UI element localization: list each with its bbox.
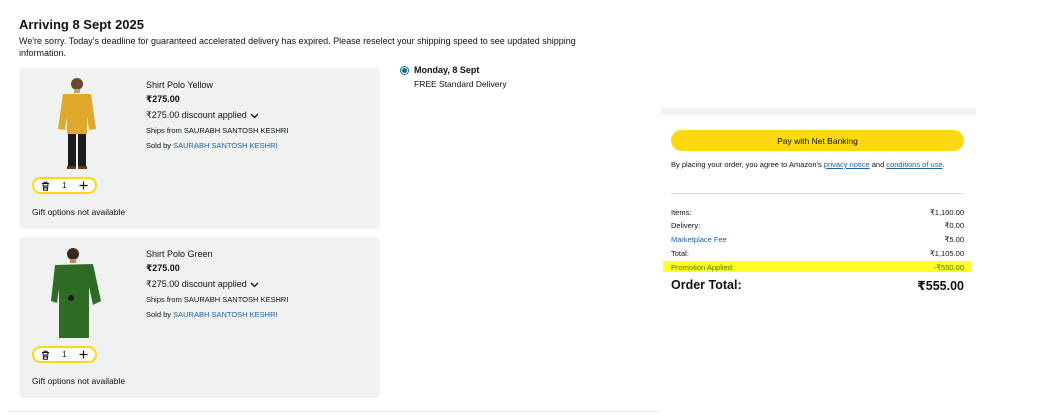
sold-by: Sold by SAURABH SANTOSH KESHRI xyxy=(146,141,278,150)
agreement-period: . xyxy=(942,160,945,169)
summary-top-bar xyxy=(661,108,976,115)
product-image xyxy=(51,248,101,338)
increase-quantity-button[interactable] xyxy=(79,350,88,359)
shipping-option-description: FREE Standard Delivery xyxy=(414,79,507,89)
delete-button[interactable] xyxy=(41,350,50,360)
quantity-value: 1 xyxy=(62,350,67,359)
product-price: ₹275.00 xyxy=(146,94,180,104)
quantity-stepper: 1 xyxy=(32,346,97,363)
row-label: Delivery: xyxy=(671,221,701,230)
row-value: ₹1,105.00 xyxy=(930,249,964,258)
summary-row-items: Items: ₹1,100.00 xyxy=(671,208,964,217)
agreement-and: and xyxy=(869,160,887,169)
product-price: ₹275.00 xyxy=(146,263,180,273)
product-name[interactable]: Shirt Polo Green xyxy=(146,249,213,259)
row-value: ₹5.00 xyxy=(944,235,964,244)
shipping-option-radio[interactable] xyxy=(400,66,409,75)
chevron-down-icon xyxy=(250,113,259,118)
product-image xyxy=(58,78,96,169)
increase-quantity-button[interactable] xyxy=(79,181,88,190)
order-total-label: Order Total: xyxy=(671,278,742,292)
agreement-text: By placing your order, you agree to Amaz… xyxy=(671,160,961,170)
seller-link[interactable]: SAURABH SANTOSH KESHRI xyxy=(173,141,277,150)
gift-options-note: Gift options not available xyxy=(32,376,126,386)
row-value: ₹0.00 xyxy=(944,221,964,230)
cart-item-card: Shirt Polo Yellow ₹275.00 ₹275.00 discou… xyxy=(19,68,380,229)
quantity-value: 1 xyxy=(62,181,67,190)
seller-link[interactable]: SAURABH SANTOSH KESHRI xyxy=(173,310,277,319)
summary-divider xyxy=(671,193,964,194)
product-name[interactable]: Shirt Polo Yellow xyxy=(146,80,213,90)
agreement-prefix: By placing your order, you agree to Amaz… xyxy=(671,160,824,169)
discount-dropdown[interactable]: ₹275.00 discount applied xyxy=(146,279,259,290)
row-value: -₹550.00 xyxy=(933,263,964,272)
summary-row-total: Total: ₹1,105.00 xyxy=(671,249,964,258)
sold-by: Sold by SAURABH SANTOSH KESHRI xyxy=(146,310,278,319)
row-label: Total: xyxy=(671,249,689,258)
delete-button[interactable] xyxy=(41,181,50,191)
chevron-down-icon xyxy=(250,282,259,287)
delivery-deadline-message: We're sorry. Today's deadline for guaran… xyxy=(19,36,576,58)
arrival-title: Arriving 8 Sept 2025 xyxy=(19,17,144,32)
ships-from: Ships from SAURABH SANTOSH KESHRI xyxy=(146,126,289,135)
privacy-notice-link[interactable]: privacy notice xyxy=(824,160,870,169)
gift-options-note: Gift options not available xyxy=(32,207,126,217)
pay-with-net-banking-button[interactable]: Pay with Net Banking xyxy=(671,130,964,151)
discount-label: ₹275.00 discount applied xyxy=(146,279,247,289)
quantity-stepper: 1 xyxy=(32,177,97,194)
radio-selected-dot xyxy=(402,68,407,73)
order-total: Order Total: ₹555.00 xyxy=(671,278,964,293)
discount-label: ₹275.00 discount applied xyxy=(146,110,247,120)
row-label: Items: xyxy=(671,208,692,217)
plus-icon xyxy=(79,350,88,359)
conditions-of-use-link[interactable]: conditions of use xyxy=(886,160,942,169)
section-divider xyxy=(10,411,660,412)
cart-item-card: Shirt Polo Green ₹275.00 ₹275.00 discoun… xyxy=(19,237,380,398)
shipping-option-day[interactable]: Monday, 8 Sept xyxy=(414,65,479,75)
trash-icon xyxy=(42,181,49,191)
summary-row-promotion: Promotion Applied: -₹550.00 xyxy=(671,263,964,272)
ships-from: Ships from SAURABH SANTOSH KESHRI xyxy=(146,295,289,304)
marketplace-fee-link[interactable]: Marketplace Fee xyxy=(671,235,727,244)
discount-dropdown[interactable]: ₹275.00 discount applied xyxy=(146,110,259,121)
trash-icon xyxy=(42,350,49,360)
summary-row-delivery: Delivery: ₹0.00 xyxy=(671,221,964,230)
order-total-value: ₹555.00 xyxy=(917,279,964,293)
plus-icon xyxy=(79,181,88,190)
sold-by-label: Sold by xyxy=(146,310,174,319)
sold-by-label: Sold by xyxy=(146,141,174,150)
summary-row-marketplace-fee: Marketplace Fee ₹5.00 xyxy=(671,235,964,244)
row-label: Promotion Applied: xyxy=(671,263,734,272)
row-value: ₹1,100.00 xyxy=(930,208,964,217)
